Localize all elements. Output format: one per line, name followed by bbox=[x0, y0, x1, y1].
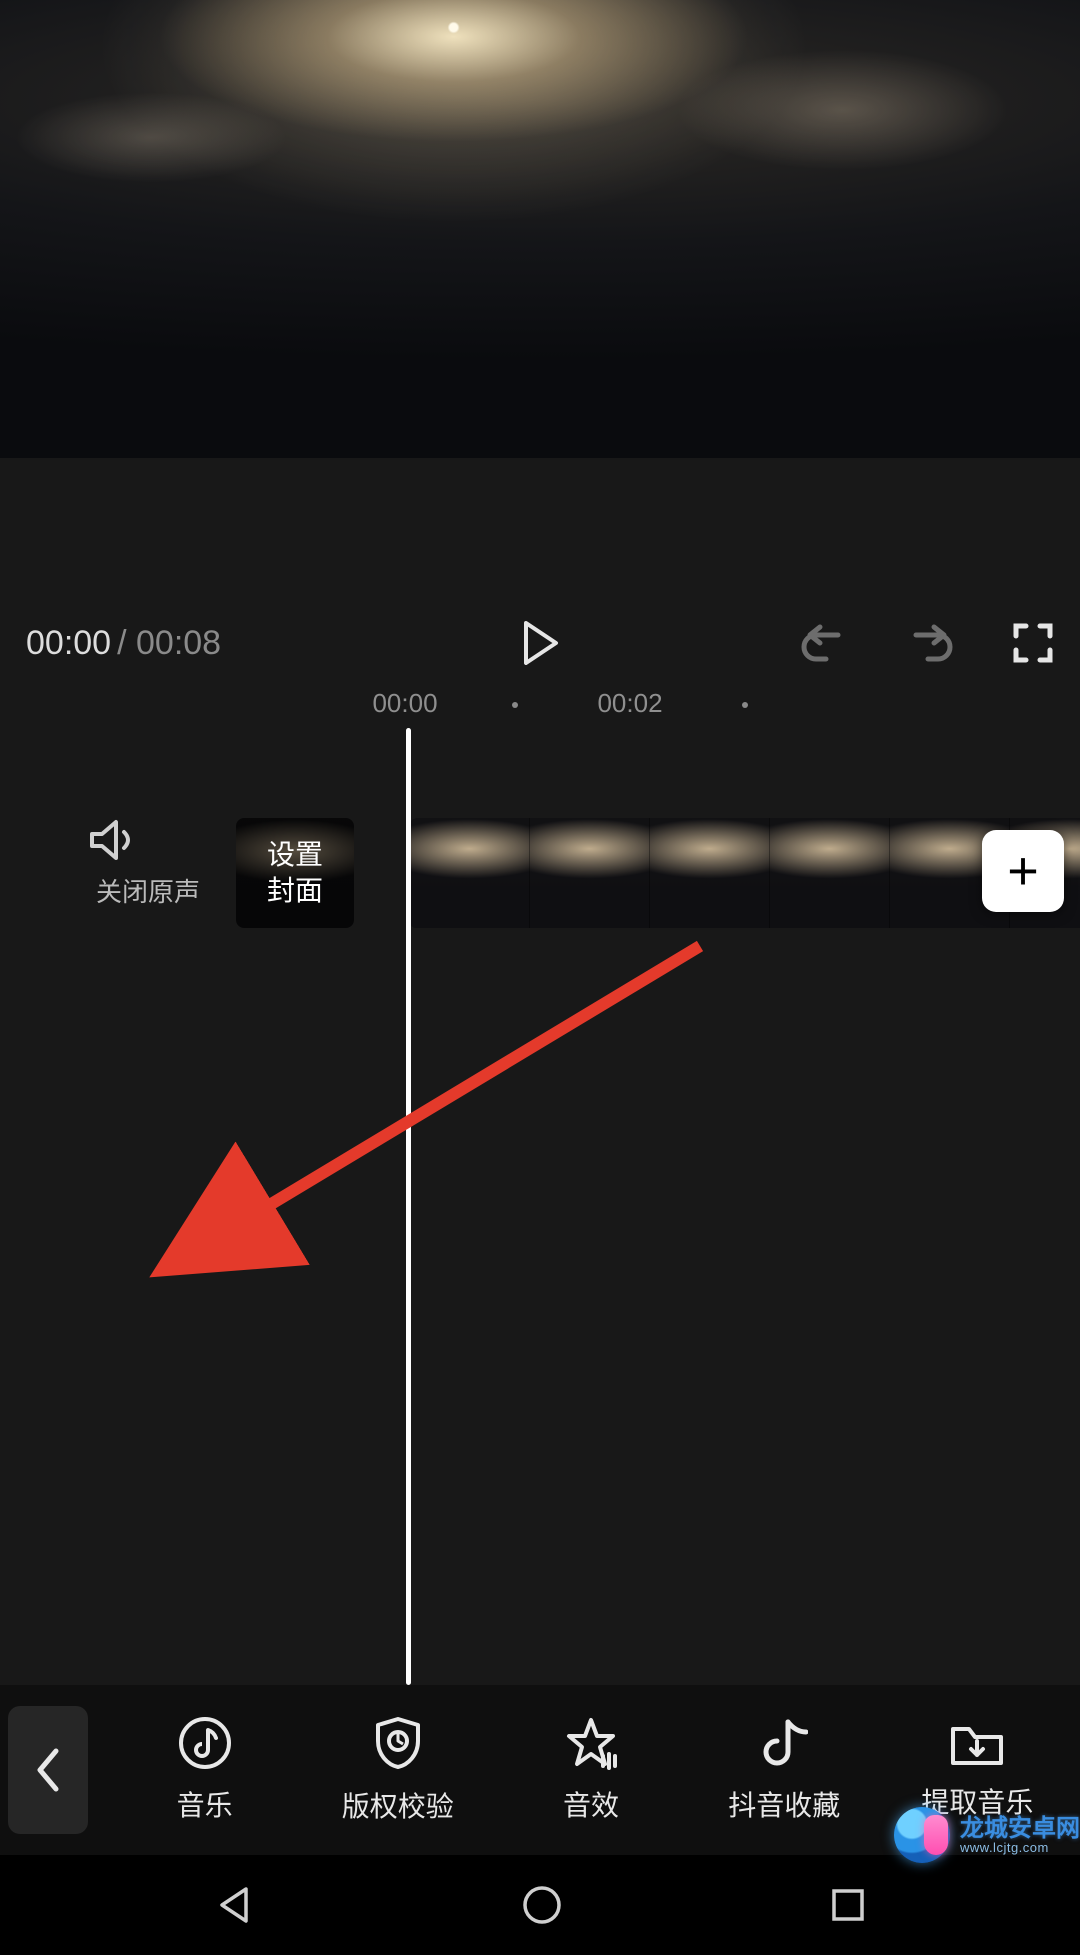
add-clip-button[interactable]: + bbox=[982, 830, 1064, 912]
timeline[interactable]: 00:00 00:02 关闭原声 设置封面 bbox=[0, 678, 1080, 1685]
nav-recents-icon[interactable] bbox=[828, 1885, 868, 1925]
total-time: 00:08 bbox=[136, 624, 221, 662]
ruler-tick: 00:02 bbox=[597, 688, 662, 719]
watermark-title: 龙城安卓网 bbox=[960, 1816, 1080, 1841]
fullscreen-button[interactable] bbox=[1012, 622, 1054, 664]
nav-back-icon[interactable] bbox=[212, 1883, 256, 1927]
speaker-icon bbox=[88, 818, 208, 862]
tool-label: 版权校验 bbox=[342, 1785, 454, 1825]
transport-bar: 00:00 / 00:08 bbox=[0, 608, 1080, 678]
toolbar-back-button[interactable] bbox=[8, 1706, 88, 1834]
tool-music[interactable]: 音乐 bbox=[110, 1716, 299, 1824]
playhead[interactable] bbox=[406, 728, 411, 1685]
nav-home-icon[interactable] bbox=[520, 1883, 564, 1927]
tool-copyright-verify[interactable]: 版权校验 bbox=[303, 1715, 492, 1825]
tool-sound-effect[interactable]: 音效 bbox=[496, 1716, 685, 1824]
undo-button[interactable] bbox=[800, 623, 848, 663]
watermark-url: www.lcjtg.com bbox=[960, 1841, 1080, 1855]
watermark-icon bbox=[894, 1807, 950, 1863]
cover-label-line1: 设置 bbox=[267, 839, 323, 870]
set-cover-button[interactable]: 设置封面 bbox=[236, 818, 354, 928]
timeline-ruler: 00:00 00:02 bbox=[0, 678, 1080, 728]
mute-label: 关闭原声 bbox=[88, 872, 208, 909]
music-note-icon bbox=[178, 1716, 232, 1770]
preview-frame bbox=[0, 0, 1080, 458]
shield-icon bbox=[372, 1715, 424, 1771]
redo-button[interactable] bbox=[906, 623, 954, 663]
ruler-tick: 00:00 bbox=[372, 688, 437, 719]
tool-label: 抖音收藏 bbox=[728, 1784, 840, 1824]
tool-extract-music[interactable]: 提取音乐 bbox=[883, 1719, 1072, 1821]
ruler-dot bbox=[742, 702, 748, 708]
douyin-icon bbox=[760, 1716, 808, 1770]
cover-label-line2: 封面 bbox=[267, 875, 323, 906]
play-button[interactable] bbox=[520, 621, 560, 665]
folder-import-icon bbox=[949, 1719, 1005, 1767]
video-preview[interactable] bbox=[0, 0, 1080, 458]
time-separator: / bbox=[117, 624, 126, 662]
spacer bbox=[0, 458, 1080, 608]
time-display: 00:00 / 00:08 bbox=[26, 624, 221, 663]
watermark: 龙城安卓网 www.lcjtg.com bbox=[894, 1807, 1080, 1863]
ruler-dot bbox=[512, 702, 518, 708]
current-time: 00:00 bbox=[26, 624, 111, 663]
mute-original-audio[interactable]: 关闭原声 bbox=[88, 818, 208, 909]
tool-label: 音乐 bbox=[177, 1784, 233, 1824]
plus-icon: + bbox=[1007, 840, 1039, 902]
video-clip[interactable] bbox=[410, 818, 1080, 928]
tool-label: 音效 bbox=[563, 1784, 619, 1824]
system-navbar bbox=[0, 1855, 1080, 1955]
tool-douyin-favorites[interactable]: 抖音收藏 bbox=[690, 1716, 879, 1824]
star-sfx-icon bbox=[563, 1716, 619, 1770]
